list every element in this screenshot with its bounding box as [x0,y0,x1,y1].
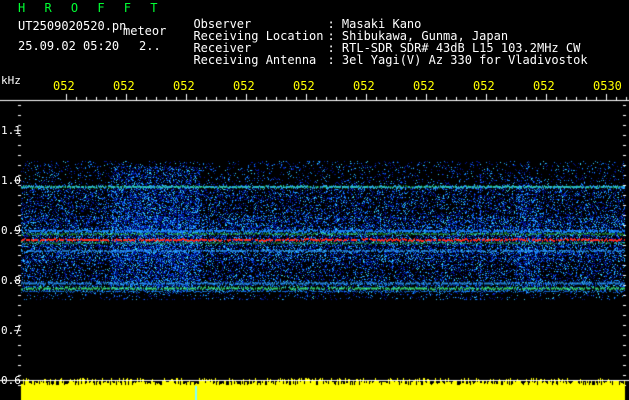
x-tick-label: 052 [113,79,135,93]
y-tick-label: 0.6 [1,374,21,387]
y-tick-label: 0.9 [1,224,21,237]
y-unit-label: kHz [1,74,21,87]
y-tick-label: 1.0 [1,174,21,187]
x-tick-label: 052 [173,79,195,93]
mode-label: meteor [123,24,167,38]
y-tick-label: 0.7 [1,324,21,337]
y-tick-label: 1.1 [1,124,21,137]
timestamp: 25.09.02 05:20 [18,39,120,53]
x-tick-label: 052 [533,79,555,93]
x-tick-label: 052 [293,79,315,93]
x-tick-label: 052 [233,79,255,93]
x-tick-label: 0530 [593,79,622,93]
x-tick-label: 052 [353,79,375,93]
x-tick-label: 052 [413,79,435,93]
y-tick-label: 0.8 [1,274,21,287]
file-name: UT2509020520.pn [18,19,127,33]
x-tick-label: 052 [53,79,75,93]
antenna-row: Receiving Antenna : 3el Yagi(V) Az 330 fo… [179,42,588,67]
page-indicator: 2.. [139,39,161,53]
antenna-label: Receiving Antenna [193,53,317,67]
antenna-value: : 3el Yagi(V) Az 330 for Vladivostok [327,53,588,67]
app-title: H R O F F T [18,1,164,15]
x-tick-label: 052 [473,79,495,93]
